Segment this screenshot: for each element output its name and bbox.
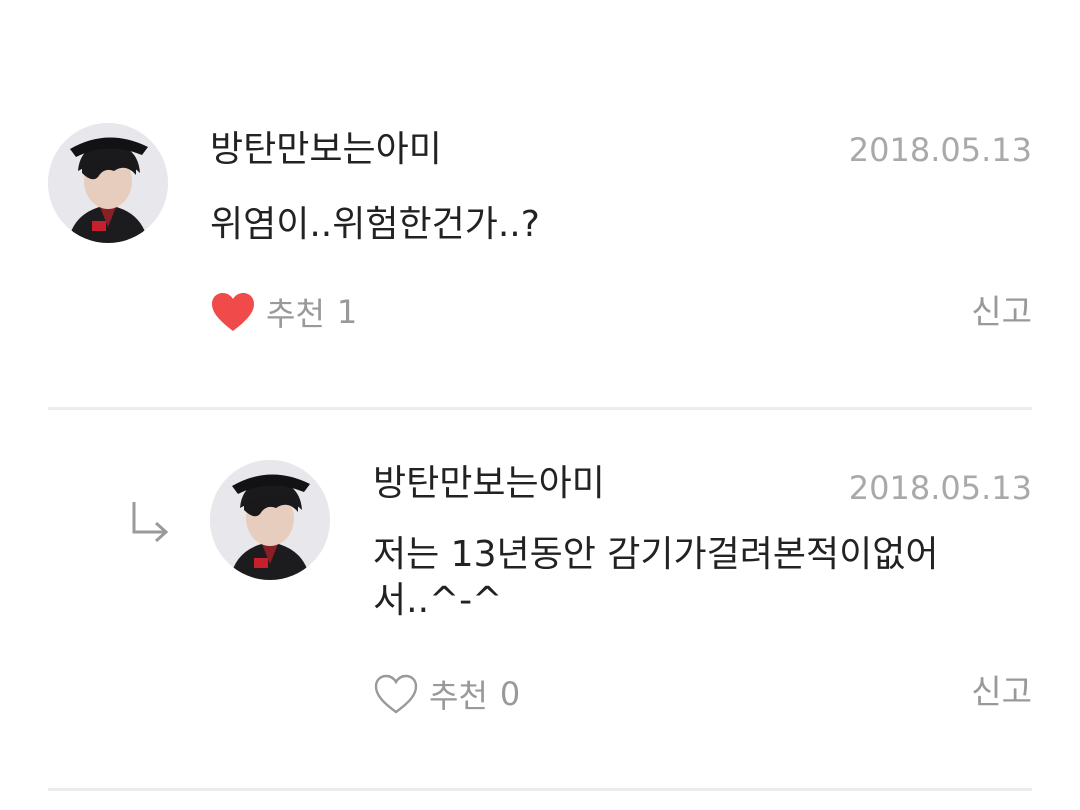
like-button[interactable]: 추천 1: [210, 288, 357, 336]
comment-text: 위염이..위험한건가..?: [210, 204, 540, 245]
like-count: 1: [336, 293, 358, 331]
avatar[interactable]: [48, 123, 168, 243]
reply-item: 방탄만보는아미 2018.05.13 저는 13년동안 감기가걸려본적이없어 서…: [0, 410, 1080, 790]
like-label: 추천: [266, 295, 325, 333]
like-button[interactable]: 추천 0: [373, 670, 520, 718]
reply-date: 2018.05.13: [848, 469, 1032, 507]
comment-date: 2018.05.13: [848, 131, 1032, 169]
like-label: 추천: [429, 677, 488, 715]
like-count: 0: [499, 675, 521, 713]
heart-outline-icon: [374, 674, 418, 714]
divider: [48, 788, 1032, 791]
comment-item: 방탄만보는아미 2018.05.13 위염이..위험한건가..? 추천 1 신고: [0, 0, 1080, 410]
comment-username[interactable]: 방탄만보는아미: [210, 128, 442, 172]
reply-text: 저는 13년동안 감기가걸려본적이없어 서..^-^: [373, 534, 939, 621]
report-button[interactable]: 신고: [971, 290, 1032, 334]
avatar[interactable]: [210, 460, 330, 580]
heart-icon: [212, 293, 254, 331]
reply-username[interactable]: 방탄만보는아미: [373, 462, 605, 506]
reply-arrow-icon: [132, 502, 169, 543]
report-button[interactable]: 신고: [971, 670, 1032, 714]
